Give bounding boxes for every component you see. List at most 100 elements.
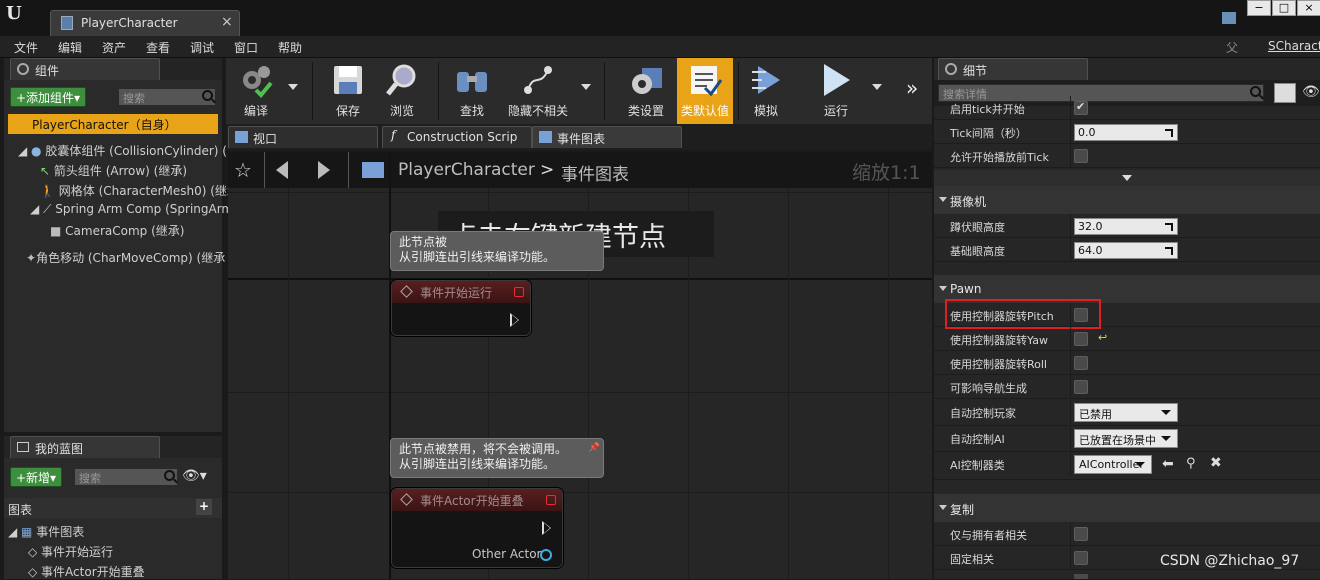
event-begin-play-label: 事件开始运行 [41, 545, 114, 559]
breadcrumb-root[interactable]: PlayerCharacter [398, 160, 535, 180]
category-replication[interactable]: 复制 [934, 494, 1320, 522]
close-window-button[interactable]: × [1297, 0, 1320, 16]
add-component-button[interactable]: +添加组件▾ [10, 87, 87, 107]
event-graph-item[interactable]: ◢ ▦ 事件图表 [8, 523, 84, 540]
menu-asset[interactable]: 资产 [102, 39, 126, 56]
play-dropdown-icon[interactable] [872, 84, 882, 90]
hide-dropdown-icon[interactable] [581, 84, 591, 90]
more-toolbar-icon[interactable]: » [906, 76, 918, 100]
class-settings-button[interactable]: 类设置 [618, 58, 674, 124]
grid-line [228, 192, 932, 193]
find-button[interactable]: 查找 [446, 58, 498, 124]
prop-tick-interval-label: Tick间隔（秒） [950, 127, 1027, 140]
compile-dropdown-icon[interactable] [288, 84, 298, 90]
tab-details[interactable]: 细节 [938, 58, 1088, 80]
menu-help[interactable]: 帮助 [278, 39, 302, 56]
prop-tick-interval-field[interactable]: 0.0 [1074, 124, 1178, 141]
save-button[interactable]: 保存 [322, 58, 374, 124]
forward-arrow-icon[interactable] [318, 161, 330, 179]
tree-item-capsule[interactable]: ◢ ● 胶囊体组件 (CollisionCylinder) ( [18, 142, 227, 159]
menu-view[interactable]: 查看 [146, 39, 170, 56]
event-actor-overlap-node[interactable]: 事件Actor开始重叠 Other Actor [391, 488, 563, 568]
favorite-star-icon[interactable]: ☆ [234, 158, 252, 182]
compile-button[interactable]: 编译 [230, 58, 282, 124]
minimize-button[interactable]: − [1247, 0, 1271, 16]
tab-my-blueprint[interactable]: 我的蓝图 [10, 436, 160, 458]
prop-ai-class-dropdown[interactable]: AIController [1074, 455, 1152, 474]
tree-item-mesh[interactable]: 🚶 网格体 (CharacterMesh0) (继承 [40, 182, 239, 199]
tree-item-camera[interactable]: ■ CameraComp (继承) [50, 222, 184, 239]
tab-construction-script[interactable]: f Construction Scrip [382, 126, 532, 148]
component-self-row[interactable]: PlayerCharacter（自身） [8, 114, 218, 134]
simulate-button[interactable]: 模拟 [740, 58, 792, 124]
components-search-input[interactable]: 搜索 [118, 88, 216, 106]
delegate-pin-icon[interactable] [514, 287, 524, 297]
event-item-begin-play[interactable]: ◇ 事件开始运行 [28, 543, 113, 560]
graphs-section[interactable]: 图表 + [4, 498, 222, 518]
prop-always-relevant-checkbox[interactable] [1074, 551, 1088, 565]
tab-viewport[interactable]: 视口 [228, 126, 378, 148]
column-splitter [1070, 375, 1071, 399]
event-begin-play-node[interactable]: 事件开始运行 [391, 280, 531, 336]
delegate-pin-icon[interactable] [546, 495, 556, 505]
magnifier-icon [386, 64, 416, 96]
prop-auto-ai-dropdown[interactable]: 已放置在场景中 [1074, 429, 1178, 448]
reset-default-icon[interactable]: ↩ [1098, 331, 1107, 344]
watermark: CSDN @Zhichao_97 [1160, 553, 1300, 569]
prop-use-yaw-checkbox[interactable] [1074, 332, 1088, 346]
blueprint-search-input[interactable]: 搜索 [74, 468, 178, 486]
pin-icon[interactable]: 📌 [589, 441, 600, 456]
tree-item-arrow[interactable]: ↖ 箭头组件 (Arrow) (继承) [40, 162, 187, 179]
prop-affect-nav-checkbox[interactable] [1074, 380, 1088, 394]
tab-viewport-label: 视口 [253, 132, 278, 146]
add-graph-icon[interactable]: + [196, 499, 212, 515]
object-output-pin[interactable] [540, 549, 552, 561]
exec-output-pin[interactable] [510, 313, 519, 327]
prop-tick-before-play-checkbox[interactable] [1074, 149, 1088, 163]
parent-class-link[interactable]: SCharact [1268, 39, 1320, 53]
play-button[interactable]: 运行 [810, 58, 862, 124]
event-graph-canvas[interactable]: ☆ PlayerCharacter > 事件图表 缩放1:1 点击右键新建节点 … [228, 152, 932, 579]
prop-start-tick-checkbox[interactable] [1074, 100, 1088, 115]
prop-always-relevant-label: 固定相关 [950, 553, 994, 566]
menu-window[interactable]: 窗口 [234, 39, 258, 56]
tree-item-springarm[interactable]: ◢ ⟋ Spring Arm Comp (SpringArm [30, 202, 233, 217]
tab-components[interactable]: 组件 [10, 58, 160, 80]
hide-unrelated-button[interactable]: 隐藏不相关 [502, 58, 574, 124]
source-control-icon[interactable] [1222, 12, 1236, 24]
back-arrow-icon[interactable] [276, 161, 288, 179]
maximize-button[interactable]: □ [1272, 0, 1296, 16]
class-defaults-button[interactable]: 类默认值 [677, 58, 733, 124]
exec-output-pin[interactable] [542, 521, 551, 535]
eye-icon[interactable]: 👁▾ [182, 468, 207, 484]
tab-event-graph[interactable]: 事件图表 [532, 126, 682, 148]
expand-advanced-row[interactable] [934, 170, 1320, 186]
category-camera[interactable]: 摄像机 [934, 186, 1320, 214]
prop-use-roll-checkbox[interactable] [1074, 356, 1088, 370]
breadcrumb-leaf[interactable]: 事件图表 [561, 160, 629, 185]
prop-use-roll-label: 使用控制器旋转Roll [950, 358, 1047, 371]
tree-item-charmove[interactable]: ✦角色移动 (CharMoveComp) (继承 [26, 249, 225, 266]
prop-only-owner-checkbox[interactable] [1074, 527, 1088, 541]
prop-auto-player-dropdown[interactable]: 已禁用 [1074, 403, 1178, 422]
prop-base-eye-field[interactable]: 64.0 [1074, 242, 1178, 259]
comment2-line1: 此节点被禁用，将不会被调用。 [399, 442, 568, 456]
compile-icon [243, 66, 273, 98]
blueprint-search-placeholder: 搜索 [79, 472, 101, 485]
partial-checkbox[interactable] [1074, 574, 1088, 579]
close-tab-icon[interactable]: × [221, 14, 233, 30]
browse-button[interactable]: 浏览 [376, 58, 428, 124]
clear-x-icon[interactable]: ✖ [1210, 455, 1222, 471]
components-search-placeholder: 搜索 [123, 92, 145, 105]
add-new-button[interactable]: +新增▾ [10, 467, 63, 487]
use-selected-arrow-icon[interactable]: ⬅ [1162, 456, 1174, 472]
menu-debug[interactable]: 调试 [190, 39, 214, 56]
menu-edit[interactable]: 编辑 [58, 39, 82, 56]
column-splitter [1070, 96, 1071, 120]
event-item-actor-overlap[interactable]: ◇ 事件Actor开始重叠 [28, 563, 145, 580]
browse-search-icon[interactable]: ⚲ [1186, 456, 1196, 471]
menu-file[interactable]: 文件 [14, 39, 38, 56]
prop-only-owner-label: 仅与拥有者相关 [950, 529, 1027, 542]
prop-crouched-eye-field[interactable]: 32.0 [1074, 218, 1178, 235]
document-tab[interactable]: PlayerCharacter × [50, 10, 240, 36]
